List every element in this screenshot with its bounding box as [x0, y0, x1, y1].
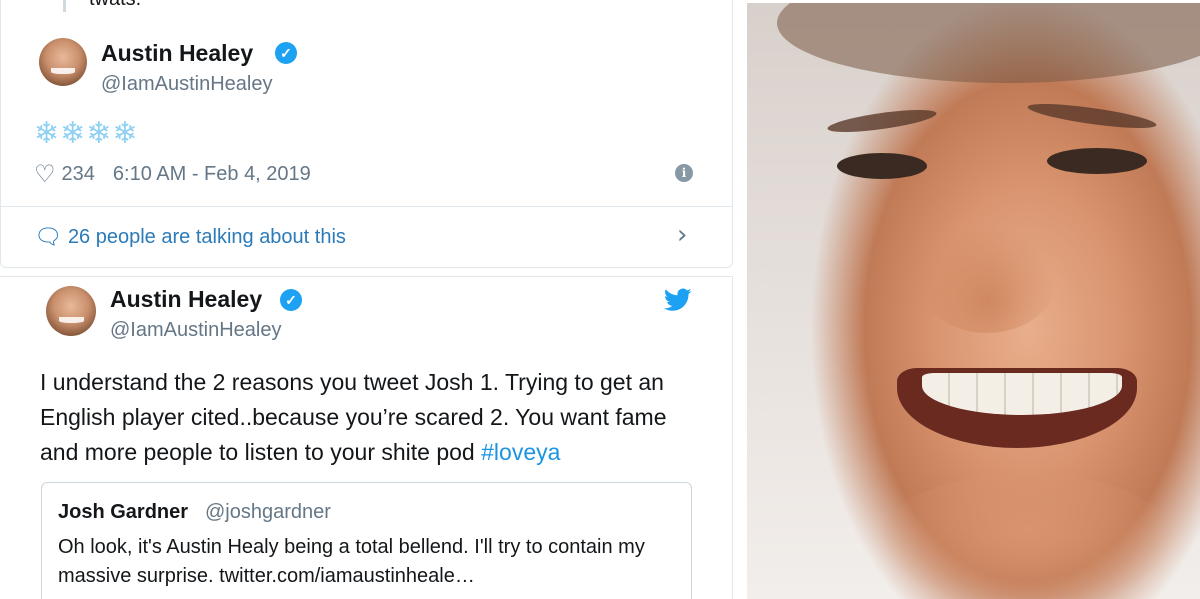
quoted-author-name: Josh Gardner	[58, 501, 189, 523]
author-handle[interactable]: @IamAustinHealey	[110, 319, 281, 342]
photo-nose	[917, 223, 1057, 333]
tweet-text: I understand the 2 reasons you tweet Jos…	[40, 369, 667, 465]
twitter-bird-icon[interactable]	[664, 288, 692, 312]
conversation-link-label: 26 people are talking about this	[67, 225, 346, 248]
quoted-author-handle: @joshgardner	[205, 501, 331, 523]
info-icon[interactable]: i	[675, 164, 693, 182]
previous-tweet-text: twats.	[89, 0, 141, 11]
hashtag-link[interactable]: #loveya	[481, 439, 560, 465]
quoted-tweet[interactable]: Josh Gardner @joshgardner Oh look, it's …	[41, 482, 692, 599]
author-name[interactable]: Austin Healey	[101, 40, 253, 67]
chevron-right-icon[interactable]: ›	[677, 220, 687, 250]
verified-badge-icon: ✓	[280, 289, 302, 311]
tweet-body: I understand the 2 reasons you tweet Jos…	[40, 365, 710, 470]
author-name[interactable]: Austin Healey	[110, 286, 262, 313]
author-handle[interactable]: @IamAustinHealey	[101, 73, 272, 96]
like-count[interactable]: 234	[62, 163, 95, 186]
photo-right-brow	[1026, 99, 1158, 133]
heart-icon[interactable]: ♡	[34, 160, 56, 189]
previous-tweet-thread-bar	[63, 0, 66, 12]
portrait-photo	[747, 3, 1200, 599]
photo-hair	[777, 3, 1200, 83]
photo-chin	[877, 473, 1177, 599]
quoted-tweet-text: Oh look, it's Austin Healy being a total…	[58, 536, 645, 587]
verified-badge-icon: ✓	[275, 42, 297, 64]
divider	[1, 206, 732, 207]
tweet-timestamp[interactable]: 6:10 AM - Feb 4, 2019	[113, 163, 311, 186]
tweet-body: ❄❄❄❄	[34, 117, 139, 150]
photo-right-eye	[1047, 148, 1147, 174]
conversation-link[interactable]: 🗨 26 people are talking about this	[34, 224, 346, 250]
photo-left-eye	[837, 153, 927, 179]
photo-left-brow	[826, 105, 938, 137]
avatar[interactable]	[39, 38, 87, 86]
tweet-meta: ♡ 234 6:10 AM - Feb 4, 2019	[34, 160, 311, 189]
speech-bubble-icon: 🗨	[34, 224, 62, 249]
avatar[interactable]	[46, 286, 96, 336]
top-tweet-card: twats. Austin Healey ✓ @IamAustinHealey …	[0, 0, 733, 268]
